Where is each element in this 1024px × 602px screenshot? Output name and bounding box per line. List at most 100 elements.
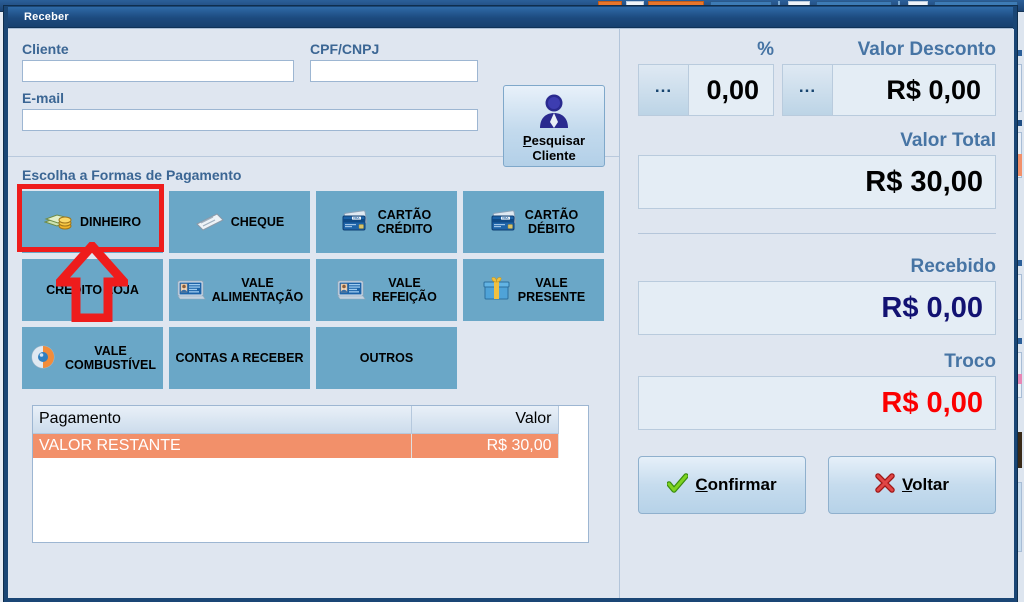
- discount-labels-row: % Valor Desconto: [638, 39, 996, 61]
- cell-pagamento: VALOR RESTANTE: [33, 433, 411, 458]
- percent-field-group: ... 0,00: [638, 64, 774, 116]
- troco-label: Troco: [638, 351, 996, 373]
- payment-method-label: DINHEIRO: [80, 215, 141, 229]
- action-buttons-row: Confirmar Voltar: [638, 456, 996, 514]
- email-label: E-mail: [22, 90, 478, 106]
- pesquisar-accesskey: P: [523, 133, 532, 148]
- column-header-pagamento[interactable]: Pagamento: [33, 406, 411, 433]
- id-card-icon: [176, 276, 206, 305]
- id-card-icon: [336, 276, 366, 305]
- summary-divider: [638, 233, 996, 234]
- discount-row: ... 0,00 ... R$ 0,00: [638, 64, 996, 116]
- total-block: Valor Total R$ 30,00: [638, 130, 996, 209]
- payment-method-label: OUTROS: [360, 351, 413, 365]
- payment-method-label: CARTÃOCRÉDITO: [376, 208, 432, 236]
- payment-method-vale-alimentação[interactable]: VALEALIMENTAÇÃO: [169, 259, 310, 321]
- troco-value: R$ 0,00: [638, 376, 996, 430]
- payment-method-outros[interactable]: OUTROS: [316, 327, 457, 389]
- fuel-icon: [29, 344, 59, 373]
- payment-method-cartão-crédito[interactable]: VISA CARTÃOCRÉDITO: [316, 191, 457, 253]
- confirmar-text: onfirmar: [708, 475, 777, 494]
- confirmar-button[interactable]: Confirmar: [638, 456, 806, 514]
- client-section: Cliente CPF/CNPJ E-mail: [8, 29, 619, 157]
- column-header-valor[interactable]: Valor: [411, 406, 558, 433]
- table-header-row: Pagamento Valor: [33, 406, 588, 433]
- receber-dialog: Receber Cliente CPF/CNPJ E-mail: [4, 6, 1017, 602]
- total-value: R$ 30,00: [638, 155, 996, 209]
- payment-method-vale-combustível[interactable]: VALECOMBUSTÍVEL: [22, 327, 163, 389]
- table-row[interactable]: VALOR RESTANTE R$ 30,00: [33, 433, 588, 458]
- payment-methods-section: Escolha a Formas de Pagamento DINHEIRO CH…: [8, 157, 619, 393]
- email-input[interactable]: [22, 109, 478, 131]
- payments-table-body: VALOR RESTANTE R$ 30,00: [33, 433, 588, 458]
- desconto-value[interactable]: R$ 0,00: [833, 65, 995, 115]
- payment-method-cheque[interactable]: CHEQUE: [169, 191, 310, 253]
- confirmar-label: Confirmar: [695, 475, 776, 495]
- green-check-icon: [667, 473, 688, 498]
- money-icon: [44, 208, 74, 237]
- payment-method-label: CARTÃODÉBITO: [525, 208, 578, 236]
- payment-method-label: VALEPRESENTE: [518, 276, 585, 304]
- svg-text:VISA: VISA: [353, 216, 360, 220]
- payment-method-label: CHEQUE: [231, 215, 284, 229]
- payment-methods-title: Escolha a Formas de Pagamento: [22, 167, 605, 183]
- summary-panel: % Valor Desconto ... 0,00 ... R$ 0,00: [620, 29, 1014, 598]
- recebido-label: Recebido: [638, 256, 996, 278]
- gift-icon: [482, 276, 512, 305]
- voltar-accesskey: V: [902, 475, 912, 494]
- payment-method-vale-refeição[interactable]: VALEREFEIÇÃO: [316, 259, 457, 321]
- cliente-field-group: Cliente: [22, 41, 294, 82]
- red-x-icon: [875, 473, 895, 498]
- client-fields-row: Cliente CPF/CNPJ: [22, 41, 605, 82]
- debit-card-icon: VISA: [489, 208, 519, 237]
- recebido-value[interactable]: R$ 0,00: [638, 281, 996, 335]
- dialog-body: Cliente CPF/CNPJ E-mail: [8, 28, 1013, 598]
- troco-block: Troco R$ 0,00: [638, 351, 996, 430]
- cheque-icon: [195, 208, 225, 237]
- payments-table-wrap: Pagamento Valor VALOR RESTANTE R$ 30,00: [8, 393, 619, 557]
- payment-method-label: VALEALIMENTAÇÃO: [212, 276, 303, 304]
- payment-method-label: VALEREFEIÇÃO: [372, 276, 437, 304]
- person-icon: [537, 92, 571, 131]
- dialog-titlebar: Receber: [8, 7, 1013, 28]
- desconto-ellipsis-button[interactable]: ...: [783, 65, 833, 115]
- dialog-title: Receber: [24, 11, 69, 23]
- voltar-text: oltar: [912, 475, 949, 494]
- desconto-field-group: ... R$ 0,00: [782, 64, 996, 116]
- cpf-label: CPF/CNPJ: [310, 41, 478, 57]
- cell-spacer: [558, 433, 588, 458]
- recebido-block: Recebido R$ 0,00: [638, 256, 996, 335]
- payment-method-vale-presente[interactable]: VALEPRESENTE: [463, 259, 604, 321]
- percent-ellipsis-button[interactable]: ...: [639, 65, 689, 115]
- cliente-label: Cliente: [22, 41, 294, 57]
- payment-method-label: CRÉDITO LOJA: [46, 283, 139, 297]
- left-panel: Cliente CPF/CNPJ E-mail: [8, 29, 620, 598]
- payments-table[interactable]: Pagamento Valor VALOR RESTANTE R$ 30,00: [32, 405, 589, 543]
- cpf-input[interactable]: [310, 60, 478, 82]
- desconto-combo: ... R$ 0,00: [782, 64, 996, 116]
- confirmar-accesskey: C: [695, 475, 707, 494]
- credit-card-icon: VISA: [340, 208, 370, 237]
- payment-method-label: CONTAS A RECEBER: [175, 351, 303, 365]
- email-field-group: E-mail: [22, 90, 478, 131]
- payment-method-cartão-débito[interactable]: VISA CARTÃODÉBITO: [463, 191, 604, 253]
- percent-label: %: [638, 39, 774, 61]
- payment-method-dinheiro[interactable]: DINHEIRO: [22, 191, 163, 253]
- voltar-button[interactable]: Voltar: [828, 456, 996, 514]
- pesquisar-text: esquisar: [532, 133, 585, 148]
- cliente-input[interactable]: [22, 60, 294, 82]
- percent-value[interactable]: 0,00: [689, 65, 773, 115]
- column-header-spacer: [558, 406, 588, 433]
- payment-method-contas-a-receber[interactable]: CONTAS A RECEBER: [169, 327, 310, 389]
- cell-valor: R$ 30,00: [411, 433, 558, 458]
- total-label: Valor Total: [638, 130, 996, 152]
- svg-text:VISA: VISA: [502, 216, 509, 220]
- pesquisar-cliente-button[interactable]: Pesquisar Cliente: [503, 85, 605, 167]
- desconto-label: Valor Desconto: [782, 39, 996, 61]
- payment-method-label: VALECOMBUSTÍVEL: [65, 344, 156, 372]
- voltar-label: Voltar: [902, 475, 949, 495]
- percent-combo: ... 0,00: [638, 64, 774, 116]
- payment-methods-grid: DINHEIRO CHEQUE VISA CARTÃOCRÉDITO VISA CARTÃ…: [22, 191, 605, 389]
- payment-method-crédito-loja[interactable]: CRÉDITO LOJA: [22, 259, 163, 321]
- cpf-field-group: CPF/CNPJ: [310, 41, 478, 82]
